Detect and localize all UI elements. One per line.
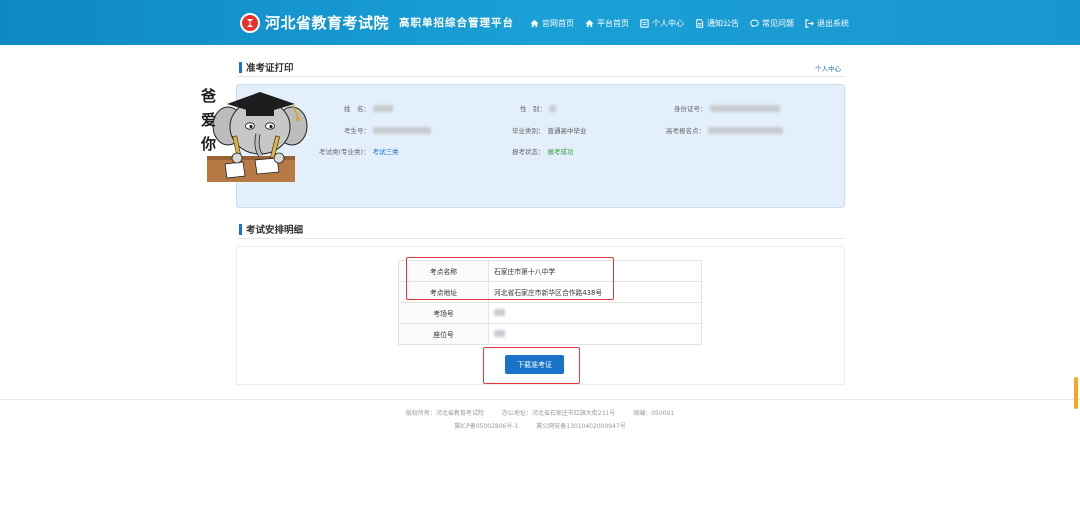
site-title: 河北省教育考试院 [265, 14, 390, 32]
footer-police[interactable]: 冀公网安备13010402000947号 [536, 423, 625, 430]
exam-site-highlight [406, 257, 614, 300]
main-nav: 官网首页 平台首页 个人中心 通知公告 常见问题 退出系统 [530, 18, 860, 29]
graduation-type-value: 普通高中毕业 [547, 127, 587, 135]
nav-label: 退出系统 [817, 19, 849, 28]
exam-type-field: 考试类(专业类)： 考试三类 [319, 146, 399, 156]
candidate-no-label: 考生号： [344, 127, 370, 135]
registration-status-value: 报考成功 [547, 148, 574, 156]
nav-logout[interactable]: 退出系统 [805, 18, 849, 29]
sticker-caption: 爸爱你 [201, 87, 217, 153]
nav-personal-center[interactable]: 个人中心 [640, 18, 684, 29]
download-admission-ticket-button[interactable]: 下载准考证 [505, 355, 564, 374]
candidate-info-panel: 姓 名： 性 别： 身份证号： 考生号： 毕业类别： 普通高中毕业 高考报名点：… [236, 84, 845, 208]
name-label: 姓 名： [344, 105, 370, 113]
exam-type-value: 考试三类 [372, 148, 399, 156]
id-number-field: 身份证号： [674, 103, 780, 113]
registration-point-value-blurred [708, 126, 783, 134]
seat-number-value [488, 323, 702, 345]
candidate-no-field: 考生号： [344, 125, 431, 135]
table-row: 考场号 [398, 302, 702, 324]
candidate-no-value-blurred [373, 126, 431, 134]
exam-arrangement-heading: 考试安排明细 [239, 222, 303, 236]
footer-copyright: 版权所有：河北省教育考试院 [405, 410, 484, 417]
seat-number-value-blurred [494, 329, 505, 337]
graduation-type-field: 毕业类别： 普通高中毕业 [512, 125, 587, 135]
section-divider [236, 238, 845, 239]
ticket-print-heading: 准考证打印 [239, 60, 294, 74]
footer-info: 版权所有：河北省教育考试院 办公地址：河北省石家庄市红旗大街231号 邮编：05… [0, 408, 1080, 417]
footer-address: 办公地址：河北省石家庄市红旗大街231号 [501, 410, 616, 417]
ticket-print-title: 准考证打印 [246, 63, 294, 74]
gender-value-blurred [549, 104, 556, 112]
section-divider [236, 76, 845, 77]
nav-label: 常见问题 [762, 19, 794, 28]
name-field: 姓 名： [344, 103, 393, 113]
gender-label: 性 别： [520, 105, 546, 113]
registration-point-label: 高考报名点： [666, 127, 705, 135]
home-icon [530, 19, 539, 28]
document-icon [696, 19, 704, 28]
chat-icon [750, 19, 759, 28]
table-row: 座位号 [398, 323, 702, 345]
footer-postcode: 邮编：050091 [633, 410, 675, 417]
nav-faq[interactable]: 常见问题 [750, 18, 794, 29]
nav-label: 个人中心 [652, 19, 684, 28]
exam-type-label: 考试类(专业类)： [319, 148, 370, 156]
graduation-type-label: 毕业类别： [512, 127, 545, 135]
exam-room-value [488, 302, 702, 324]
exam-arrangement-title: 考试安排明细 [246, 225, 304, 236]
platform-subtitle: 高职单招综合管理平台 [399, 17, 515, 29]
top-header: 河北省教育考试院 高职单招综合管理平台 官网首页 平台首页 个人中心 通知公告 … [0, 0, 1080, 45]
exam-room-key: 考场号 [398, 302, 489, 324]
heading-accent-bar [239, 61, 242, 73]
footer-registration: 冀ICP备05002806号-1 冀公网安备13010402000947号 [0, 421, 1080, 430]
exam-authority-logo-icon [240, 12, 260, 33]
nav-notices[interactable]: 通知公告 [695, 18, 739, 29]
registration-point-field: 高考报名点： [666, 125, 783, 135]
site-logo[interactable]: 河北省教育考试院 高职单招综合管理平台 [240, 12, 514, 33]
seat-number-key: 座位号 [398, 323, 489, 345]
footer-divider [0, 399, 1080, 400]
registration-status-field: 报考状态： 报考成功 [512, 146, 574, 156]
gender-field: 性 别： [520, 103, 556, 113]
logout-icon [805, 19, 814, 28]
nav-official-home[interactable]: 官网首页 [530, 18, 574, 29]
nav-platform-home[interactable]: 平台首页 [585, 18, 629, 29]
nav-label: 官网首页 [542, 19, 574, 28]
profile-icon [640, 19, 649, 28]
registration-status-label: 报考状态： [512, 148, 545, 156]
name-value-blurred [373, 104, 393, 112]
id-number-label: 身份证号： [674, 105, 707, 113]
footer-icp[interactable]: 冀ICP备05002806号-1 [454, 423, 518, 430]
nav-label: 通知公告 [707, 19, 739, 28]
id-number-value-blurred [709, 104, 780, 112]
exam-room-value-blurred [494, 308, 505, 316]
scrollbar-thumb[interactable] [1074, 377, 1078, 409]
personal-center-link[interactable]: 个人中心 [815, 63, 841, 73]
nav-label: 平台首页 [597, 19, 629, 28]
heading-accent-bar [239, 223, 242, 235]
home-icon [585, 19, 594, 28]
